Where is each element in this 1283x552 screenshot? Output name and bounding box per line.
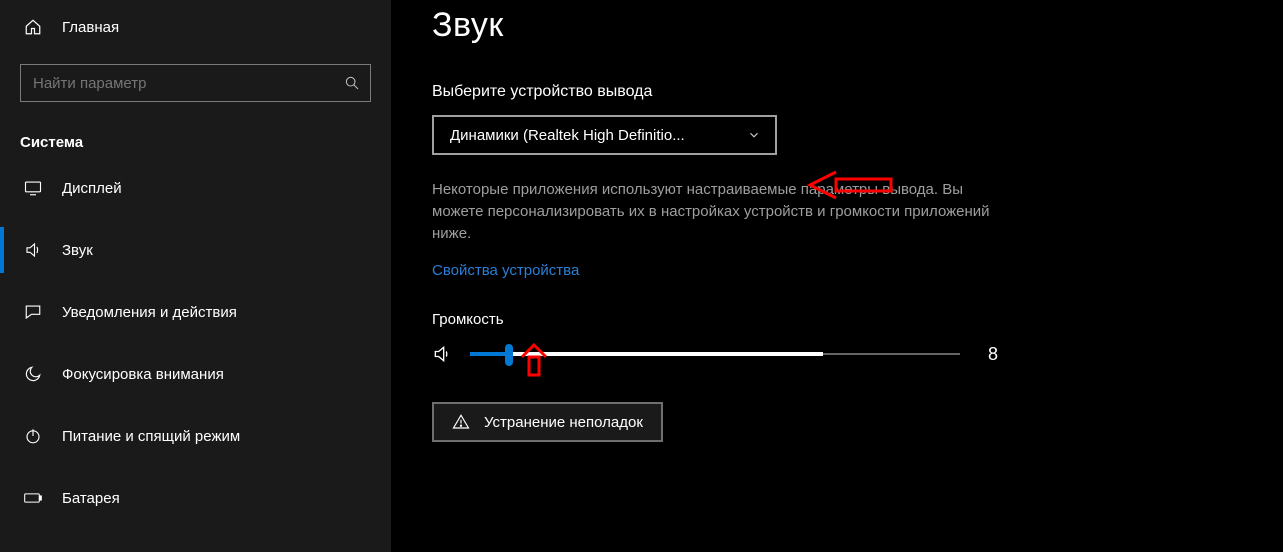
power-icon xyxy=(24,427,42,445)
annotation-arrow-up xyxy=(519,343,549,377)
sidebar-item-label: Батарея xyxy=(62,490,120,507)
speaker-icon[interactable] xyxy=(432,344,452,364)
sidebar-item-battery[interactable]: Батарея xyxy=(0,467,391,529)
sidebar-item-power[interactable]: Питание и спящий режим xyxy=(0,405,391,467)
device-properties-link[interactable]: Свойства устройства xyxy=(432,262,579,279)
sidebar-item-label: Дисплей xyxy=(62,180,122,197)
search-input-wrap[interactable] xyxy=(20,64,371,102)
search-icon xyxy=(344,75,360,91)
notify-icon xyxy=(24,303,42,321)
volume-value: 8 xyxy=(988,344,998,365)
troubleshoot-label: Устранение неполадок xyxy=(484,414,643,431)
output-device-label: Выберите устройство вывода xyxy=(432,83,1243,101)
page-title: Звук xyxy=(432,6,1243,45)
volume-row: 8 xyxy=(432,342,1243,366)
focus-icon xyxy=(24,365,42,383)
slider-track-remaining xyxy=(509,352,823,356)
sidebar-category-title: Система xyxy=(20,134,391,151)
sidebar-item-home[interactable]: Главная xyxy=(0,0,391,54)
output-device-dropdown[interactable]: Динамики (Realtek High Definitio... xyxy=(432,115,777,155)
main-content: Звук Выберите устройство вывода Динамики… xyxy=(392,0,1283,552)
sidebar: Главная Система Дисплей Звук Уведомления… xyxy=(0,0,392,552)
output-help-text: Некоторые приложения используют настраив… xyxy=(432,179,992,244)
sidebar-item-label: Звук xyxy=(62,242,93,259)
sidebar-nav: Дисплей Звук Уведомления и действия Фоку… xyxy=(0,157,391,529)
annotation-arrow-right xyxy=(804,168,894,202)
home-icon xyxy=(24,18,42,36)
volume-label: Громкость xyxy=(432,311,1243,328)
sidebar-item-label: Питание и спящий режим xyxy=(62,428,240,445)
output-device-selected: Динамики (Realtek High Definitio... xyxy=(450,127,685,144)
battery-icon xyxy=(24,489,42,507)
display-icon xyxy=(24,179,42,197)
troubleshoot-button[interactable]: Устранение неполадок xyxy=(432,402,663,442)
slider-track-fill xyxy=(470,352,509,356)
warning-icon xyxy=(452,413,470,431)
sidebar-home-label: Главная xyxy=(62,19,119,36)
chevron-down-icon xyxy=(747,128,761,142)
sidebar-item-display[interactable]: Дисплей xyxy=(0,157,391,219)
search-input[interactable] xyxy=(33,75,344,92)
sidebar-item-notifications[interactable]: Уведомления и действия xyxy=(0,281,391,343)
sidebar-item-label: Фокусировка внимания xyxy=(62,366,224,383)
sidebar-item-sound[interactable]: Звук xyxy=(0,219,391,281)
sound-icon xyxy=(24,241,42,259)
slider-thumb[interactable] xyxy=(505,344,513,366)
sidebar-item-label: Уведомления и действия xyxy=(62,304,237,321)
sidebar-item-focus[interactable]: Фокусировка внимания xyxy=(0,343,391,405)
